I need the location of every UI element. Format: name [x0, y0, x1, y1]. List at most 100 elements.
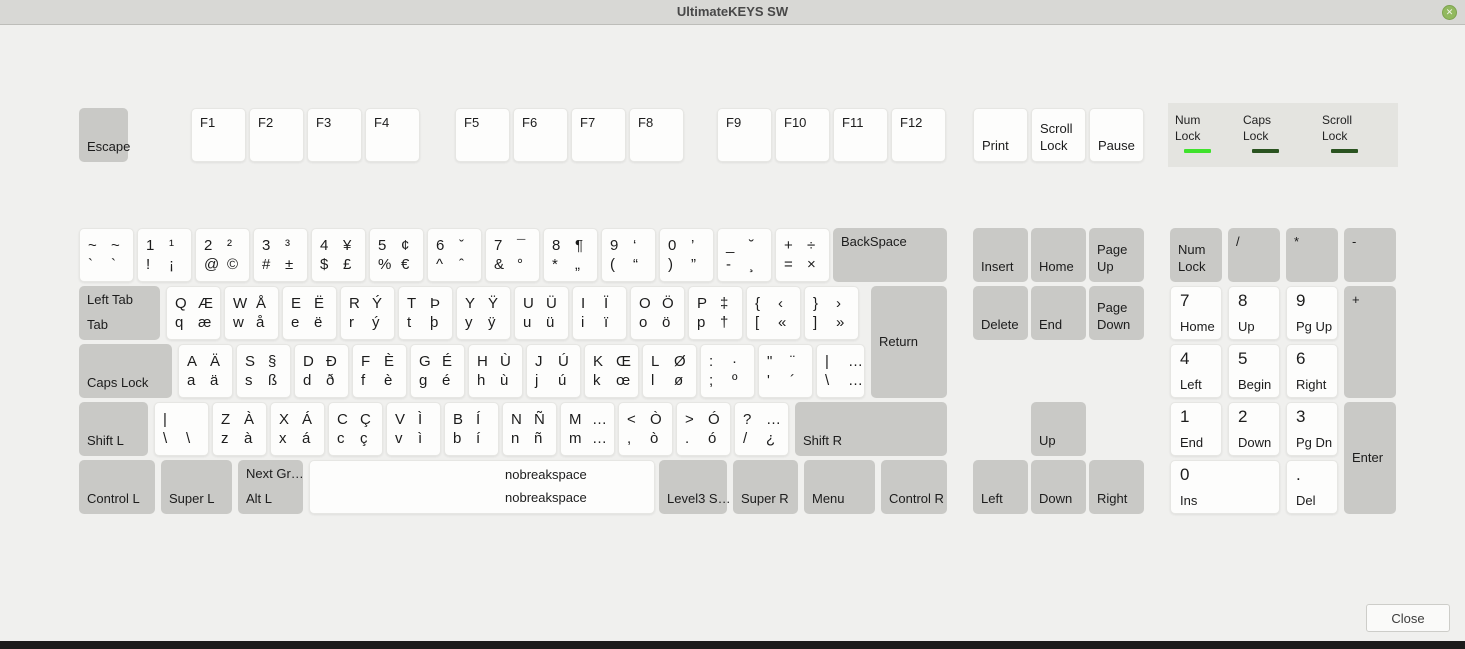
- key-9[interactable]: 9‘(“: [601, 228, 656, 282]
- key-arrow-left[interactable]: Left: [973, 460, 1028, 514]
- key-y[interactable]: YŸyÿ: [456, 286, 511, 340]
- key-kp-3[interactable]: 3Pg Dn: [1286, 402, 1338, 456]
- key-page-down[interactable]: PageDown: [1089, 286, 1144, 340]
- key-slash[interactable]: ?…/¿: [734, 402, 789, 456]
- key-f7[interactable]: F7: [571, 108, 626, 162]
- key-l[interactable]: LØlø: [642, 344, 697, 398]
- key-minus[interactable]: _˘-¸: [717, 228, 772, 282]
- key-f3[interactable]: F3: [307, 108, 362, 162]
- key-grave[interactable]: ~~``: [79, 228, 134, 282]
- key-r[interactable]: RÝrý: [340, 286, 395, 340]
- key-scroll-lock-key[interactable]: ScrollLock: [1031, 108, 1086, 162]
- key-equal[interactable]: +÷=×: [775, 228, 830, 282]
- key-0[interactable]: 0’)”: [659, 228, 714, 282]
- key-apostrophe[interactable]: "¨'´: [758, 344, 813, 398]
- key-u[interactable]: UÜuü: [514, 286, 569, 340]
- key-bracket-right[interactable]: }›]»: [804, 286, 859, 340]
- key-delete[interactable]: Delete: [973, 286, 1028, 340]
- key-d[interactable]: DÐdð: [294, 344, 349, 398]
- key-pause[interactable]: Pause: [1089, 108, 1144, 162]
- key-backspace[interactable]: BackSpace: [833, 228, 947, 282]
- key-n[interactable]: NÑnñ: [502, 402, 557, 456]
- key-a[interactable]: AÄaä: [178, 344, 233, 398]
- key-shift-r[interactable]: Shift R: [795, 402, 947, 456]
- key-super-r[interactable]: Super R: [733, 460, 798, 514]
- key-k[interactable]: KŒkœ: [584, 344, 639, 398]
- key-insert[interactable]: Insert: [973, 228, 1028, 282]
- key-e[interactable]: EËeë: [282, 286, 337, 340]
- key-bracket-left[interactable]: {‹[«: [746, 286, 801, 340]
- key-c[interactable]: CÇcç: [328, 402, 383, 456]
- key-kp-4[interactable]: 4Left: [1170, 344, 1222, 398]
- key-arrow-down[interactable]: Down: [1031, 460, 1086, 514]
- key-g[interactable]: GÉgé: [410, 344, 465, 398]
- key-v[interactable]: VÌvì: [386, 402, 441, 456]
- key-7[interactable]: 7¯&°: [485, 228, 540, 282]
- key-kp-9[interactable]: 9Pg Up: [1286, 286, 1338, 340]
- key-comma[interactable]: <Ò,ò: [618, 402, 673, 456]
- key-kp-6[interactable]: 6Right: [1286, 344, 1338, 398]
- key-b[interactable]: BÍbí: [444, 402, 499, 456]
- key-semicolon[interactable]: :·;º: [700, 344, 755, 398]
- key-kp-enter[interactable]: Enter: [1344, 402, 1396, 514]
- key-kp-divide[interactable]: /: [1228, 228, 1280, 282]
- key-control-r[interactable]: Control R: [881, 460, 947, 514]
- key-level3-shift[interactable]: Level3 S…: [659, 460, 727, 514]
- key-space[interactable]: nobreakspacenobreakspace: [309, 460, 655, 514]
- key-2[interactable]: 2²@©: [195, 228, 250, 282]
- key-arrow-right[interactable]: Right: [1089, 460, 1144, 514]
- key-period[interactable]: >Ó.ó: [676, 402, 731, 456]
- key-6[interactable]: 6ˇ^ˆ: [427, 228, 482, 282]
- key-kp-plus[interactable]: +: [1344, 286, 1396, 398]
- key-i[interactable]: IÏiï: [572, 286, 627, 340]
- key-end[interactable]: End: [1031, 286, 1086, 340]
- key-f1[interactable]: F1: [191, 108, 246, 162]
- key-kp-1[interactable]: 1End: [1170, 402, 1222, 456]
- key-4[interactable]: 4¥$£: [311, 228, 366, 282]
- key-control-l[interactable]: Control L: [79, 460, 155, 514]
- key-kp-0[interactable]: 0Ins: [1170, 460, 1280, 514]
- key-j[interactable]: JÚjú: [526, 344, 581, 398]
- key-3[interactable]: 3³#±: [253, 228, 308, 282]
- key-kp-decimal[interactable]: .Del: [1286, 460, 1338, 514]
- key-kp-7[interactable]: 7Home: [1170, 286, 1222, 340]
- key-super-l[interactable]: Super L: [161, 460, 232, 514]
- key-escape[interactable]: Escape: [79, 108, 128, 162]
- key-menu[interactable]: Menu: [804, 460, 875, 514]
- key-1[interactable]: 1¹!¡: [137, 228, 192, 282]
- key-q[interactable]: QÆqæ: [166, 286, 221, 340]
- key-f11[interactable]: F11: [833, 108, 888, 162]
- key-print[interactable]: Print: [973, 108, 1028, 162]
- key-f10[interactable]: F10: [775, 108, 830, 162]
- key-f5[interactable]: F5: [455, 108, 510, 162]
- key-home[interactable]: Home: [1031, 228, 1086, 282]
- key-f9[interactable]: F9: [717, 108, 772, 162]
- key-return[interactable]: Return: [871, 286, 947, 398]
- key-f12[interactable]: F12: [891, 108, 946, 162]
- key-o[interactable]: OÖoö: [630, 286, 685, 340]
- key-kp-multiply[interactable]: *: [1286, 228, 1338, 282]
- key-intl-backslash[interactable]: |\\: [154, 402, 209, 456]
- key-caps-lock-key[interactable]: Caps Lock: [79, 344, 172, 398]
- key-f4[interactable]: F4: [365, 108, 420, 162]
- key-m[interactable]: M…m…: [560, 402, 615, 456]
- key-w[interactable]: WÅwå: [224, 286, 279, 340]
- key-8[interactable]: 8¶*„: [543, 228, 598, 282]
- key-num-lock-key[interactable]: NumLock: [1170, 228, 1222, 282]
- key-f6[interactable]: F6: [513, 108, 568, 162]
- key-shift-l[interactable]: Shift L: [79, 402, 148, 456]
- key-x[interactable]: XÁxá: [270, 402, 325, 456]
- key-alt-l[interactable]: Next Gr…Alt L: [238, 460, 303, 514]
- key-arrow-up[interactable]: Up: [1031, 402, 1086, 456]
- key-5[interactable]: 5¢%€: [369, 228, 424, 282]
- key-backslash[interactable]: |…\…: [816, 344, 865, 398]
- key-t[interactable]: TÞtþ: [398, 286, 453, 340]
- key-page-up[interactable]: PageUp: [1089, 228, 1144, 282]
- key-f[interactable]: FÈfè: [352, 344, 407, 398]
- key-kp-2[interactable]: 2Down: [1228, 402, 1280, 456]
- key-p[interactable]: P‡p†: [688, 286, 743, 340]
- key-kp-5[interactable]: 5Begin: [1228, 344, 1280, 398]
- key-tab[interactable]: Left TabTab: [79, 286, 160, 340]
- key-h[interactable]: HÙhù: [468, 344, 523, 398]
- key-kp-minus[interactable]: -: [1344, 228, 1396, 282]
